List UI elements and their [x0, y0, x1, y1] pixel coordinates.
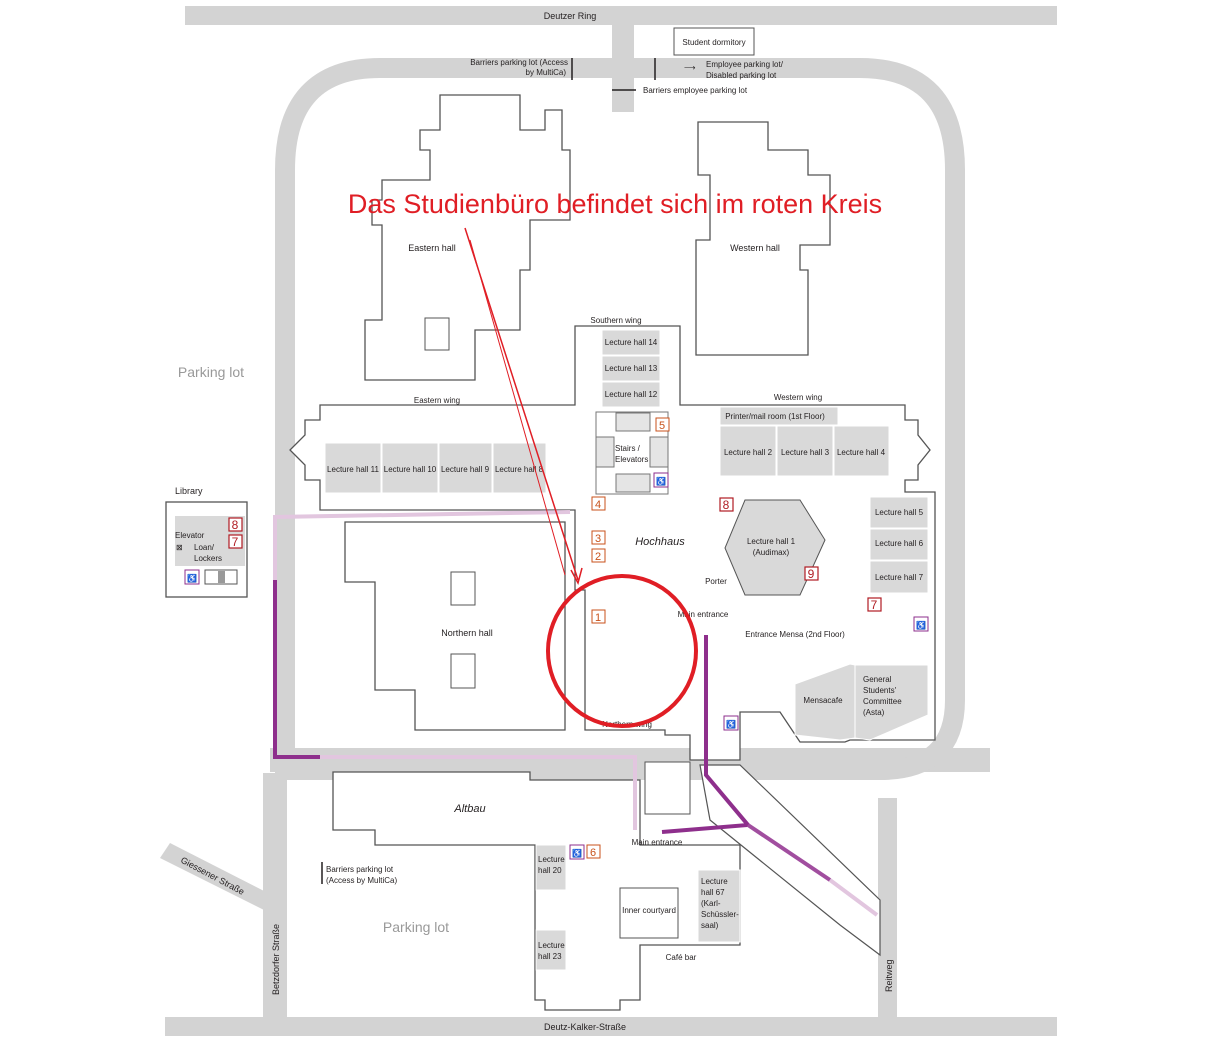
library-label: Library	[175, 486, 203, 496]
loan-label-1: Loan/	[194, 543, 215, 552]
marker-1: 1	[595, 612, 601, 624]
lecture-hall-9-label: Lecture hall 9	[441, 465, 490, 474]
lecture-hall-20-label-2: hall 20	[538, 866, 562, 875]
accessible-icon-altbau: ♿	[572, 848, 582, 858]
asta-label-3: Committee	[863, 697, 902, 706]
accessible-parking-icon: ♿	[726, 719, 736, 729]
lecture-hall-5-label: Lecture hall 5	[875, 508, 924, 517]
street-label-reitweg: Reitweg	[884, 959, 894, 992]
stairs-label-1: Stairs /	[615, 444, 641, 453]
lecture-hall-14-label: Lecture hall 14	[605, 338, 658, 347]
entrance-mensa-label: Entrance Mensa (2nd Floor)	[745, 630, 845, 639]
lecture-hall-23-label-2: hall 23	[538, 952, 562, 961]
marker-4: 4	[595, 499, 601, 511]
inner-courtyard-label: Inner courtyard	[622, 906, 676, 915]
altbau-label: Altbau	[453, 803, 485, 815]
cafe-bar-label: Café bar	[666, 953, 697, 962]
southern-wing-label: Southern wing	[590, 316, 641, 325]
lecture-hall-13-label: Lecture hall 13	[605, 364, 658, 373]
barriers-bottom-label-1: Barriers parking lot	[326, 865, 394, 874]
lecture-hall-10-label: Lecture hall 10	[384, 465, 437, 474]
marker-3: 3	[595, 533, 601, 545]
eastern-hall-inner	[424, 317, 450, 351]
audimax-label-2: (Audimax)	[753, 548, 790, 557]
western-hall-building	[695, 121, 831, 356]
elevator-label: Elevator	[175, 531, 205, 540]
lecture-hall-12-label: Lecture hall 12	[605, 390, 658, 399]
street-label-giessener: Giessener Straße	[179, 855, 246, 897]
street-label-bottom: Deutz-Kalker-Straße	[544, 1022, 626, 1032]
stairs-label-2: Elevators	[615, 455, 648, 464]
campus-map: Deutzer Ring Deutz-Kalker-Straße Giessen…	[160, 6, 1057, 1036]
western-wing-label: Western wing	[774, 393, 822, 402]
lecture-hall-67-label-3: (Karl-	[701, 899, 721, 908]
parking-lot-top-label: Parking lot	[178, 364, 244, 380]
lecture-hall-3-label: Lecture hall 3	[781, 448, 830, 457]
marker-9: 9	[808, 567, 815, 581]
marker-5: 5	[659, 420, 665, 432]
street-label-top: Deutzer Ring	[544, 11, 597, 21]
printer-label: Printer/mail room (1st Floor)	[725, 412, 825, 421]
barriers-employee-label: Barriers employee parking lot	[643, 86, 748, 95]
elevator-icon: ⊠	[176, 543, 183, 552]
eastern-hall-label: Eastern hall	[408, 243, 456, 253]
loan-label-2: Lockers	[194, 554, 222, 563]
hochhaus-label: Hochhaus	[635, 536, 685, 548]
lecture-hall-67-label-2: hall 67	[701, 888, 725, 897]
asta-label-4: (Asta)	[863, 708, 885, 717]
marker-6b: 6	[590, 847, 596, 859]
porter-label: Porter	[705, 577, 727, 586]
marker-8b: 8	[723, 498, 730, 512]
lecture-hall-4-label: Lecture hall 4	[837, 448, 886, 457]
lecture-hall-67-label-4: Schüssler-	[701, 910, 739, 919]
lecture-hall-6-label: Lecture hall 6	[875, 539, 924, 548]
accessible-icon-hochhaus: ♿	[656, 476, 666, 486]
student-dormitory-label: Student dormitory	[682, 38, 745, 47]
lecture-hall-20-label-1: Lecture	[538, 855, 565, 864]
employee-parking-label-2: Disabled parking lot	[706, 71, 777, 80]
accessible-icon: ♿	[187, 573, 197, 583]
employee-parking-label-1: Employee parking lot/	[706, 60, 784, 69]
lecture-hall-7-label: Lecture hall 7	[875, 573, 924, 582]
employee-parking-arrow: ⟶	[684, 63, 696, 72]
mensacafe-label: Mensacafe	[803, 696, 843, 705]
marker-2: 2	[595, 551, 601, 563]
asta-label-2: Students'	[863, 686, 897, 695]
lecture-hall-23-label-1: Lecture	[538, 941, 565, 950]
barriers-access-label-2: by MultiCa)	[526, 68, 567, 77]
lecture-hall-11-label: Lecture hall 11	[327, 465, 379, 474]
northern-hall-building	[344, 521, 566, 731]
main-entrance-bottom-label: Main entrance	[632, 838, 683, 847]
northern-hall-label: Northern hall	[441, 628, 493, 638]
street-label-betzdorfer: Betzdorfer Straße	[271, 924, 281, 995]
lecture-hall-67-label-5: saal)	[701, 921, 719, 930]
marker-7a: 7	[232, 535, 239, 549]
barriers-bottom-label-2: (Access by MultiCa)	[326, 876, 397, 885]
lecture-hall-23-box	[535, 929, 567, 971]
accessible-icon-east: ♿	[916, 620, 926, 630]
audimax-label-1: Lecture hall 1	[747, 537, 796, 546]
marker-7b: 7	[871, 598, 878, 612]
lecture-hall-2-label: Lecture hall 2	[724, 448, 773, 457]
barriers-access-label-1: Barriers parking lot (Access	[470, 58, 568, 67]
annotation-text: Das Studienbüro befindet sich im roten K…	[348, 189, 882, 219]
marker-8a: 8	[232, 518, 239, 532]
lecture-hall-67-label-1: Lecture	[701, 877, 728, 886]
western-hall-label: Western hall	[730, 243, 780, 253]
asta-label-1: General	[863, 675, 892, 684]
parking-lot-bottom-label: Parking lot	[383, 919, 449, 935]
eastern-wing-label: Eastern wing	[414, 396, 460, 405]
